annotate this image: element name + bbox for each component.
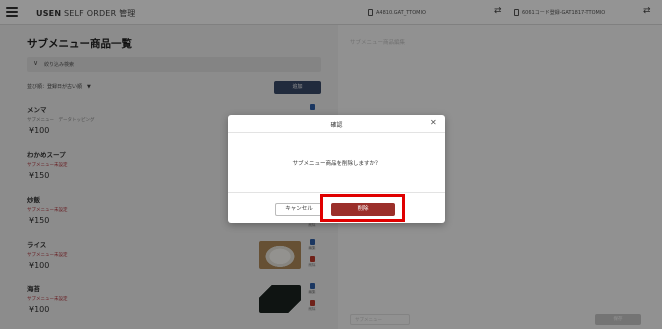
cancel-button[interactable]: キャンセル (275, 203, 323, 216)
close-icon[interactable]: ✕ (430, 118, 437, 127)
dialog-message: サブメニュー商品を削除しますか？ (292, 161, 381, 167)
dialog-header: 確認 ✕ (228, 115, 445, 133)
dialog-title: 確認 (330, 122, 343, 129)
highlight-annotation (320, 194, 405, 222)
